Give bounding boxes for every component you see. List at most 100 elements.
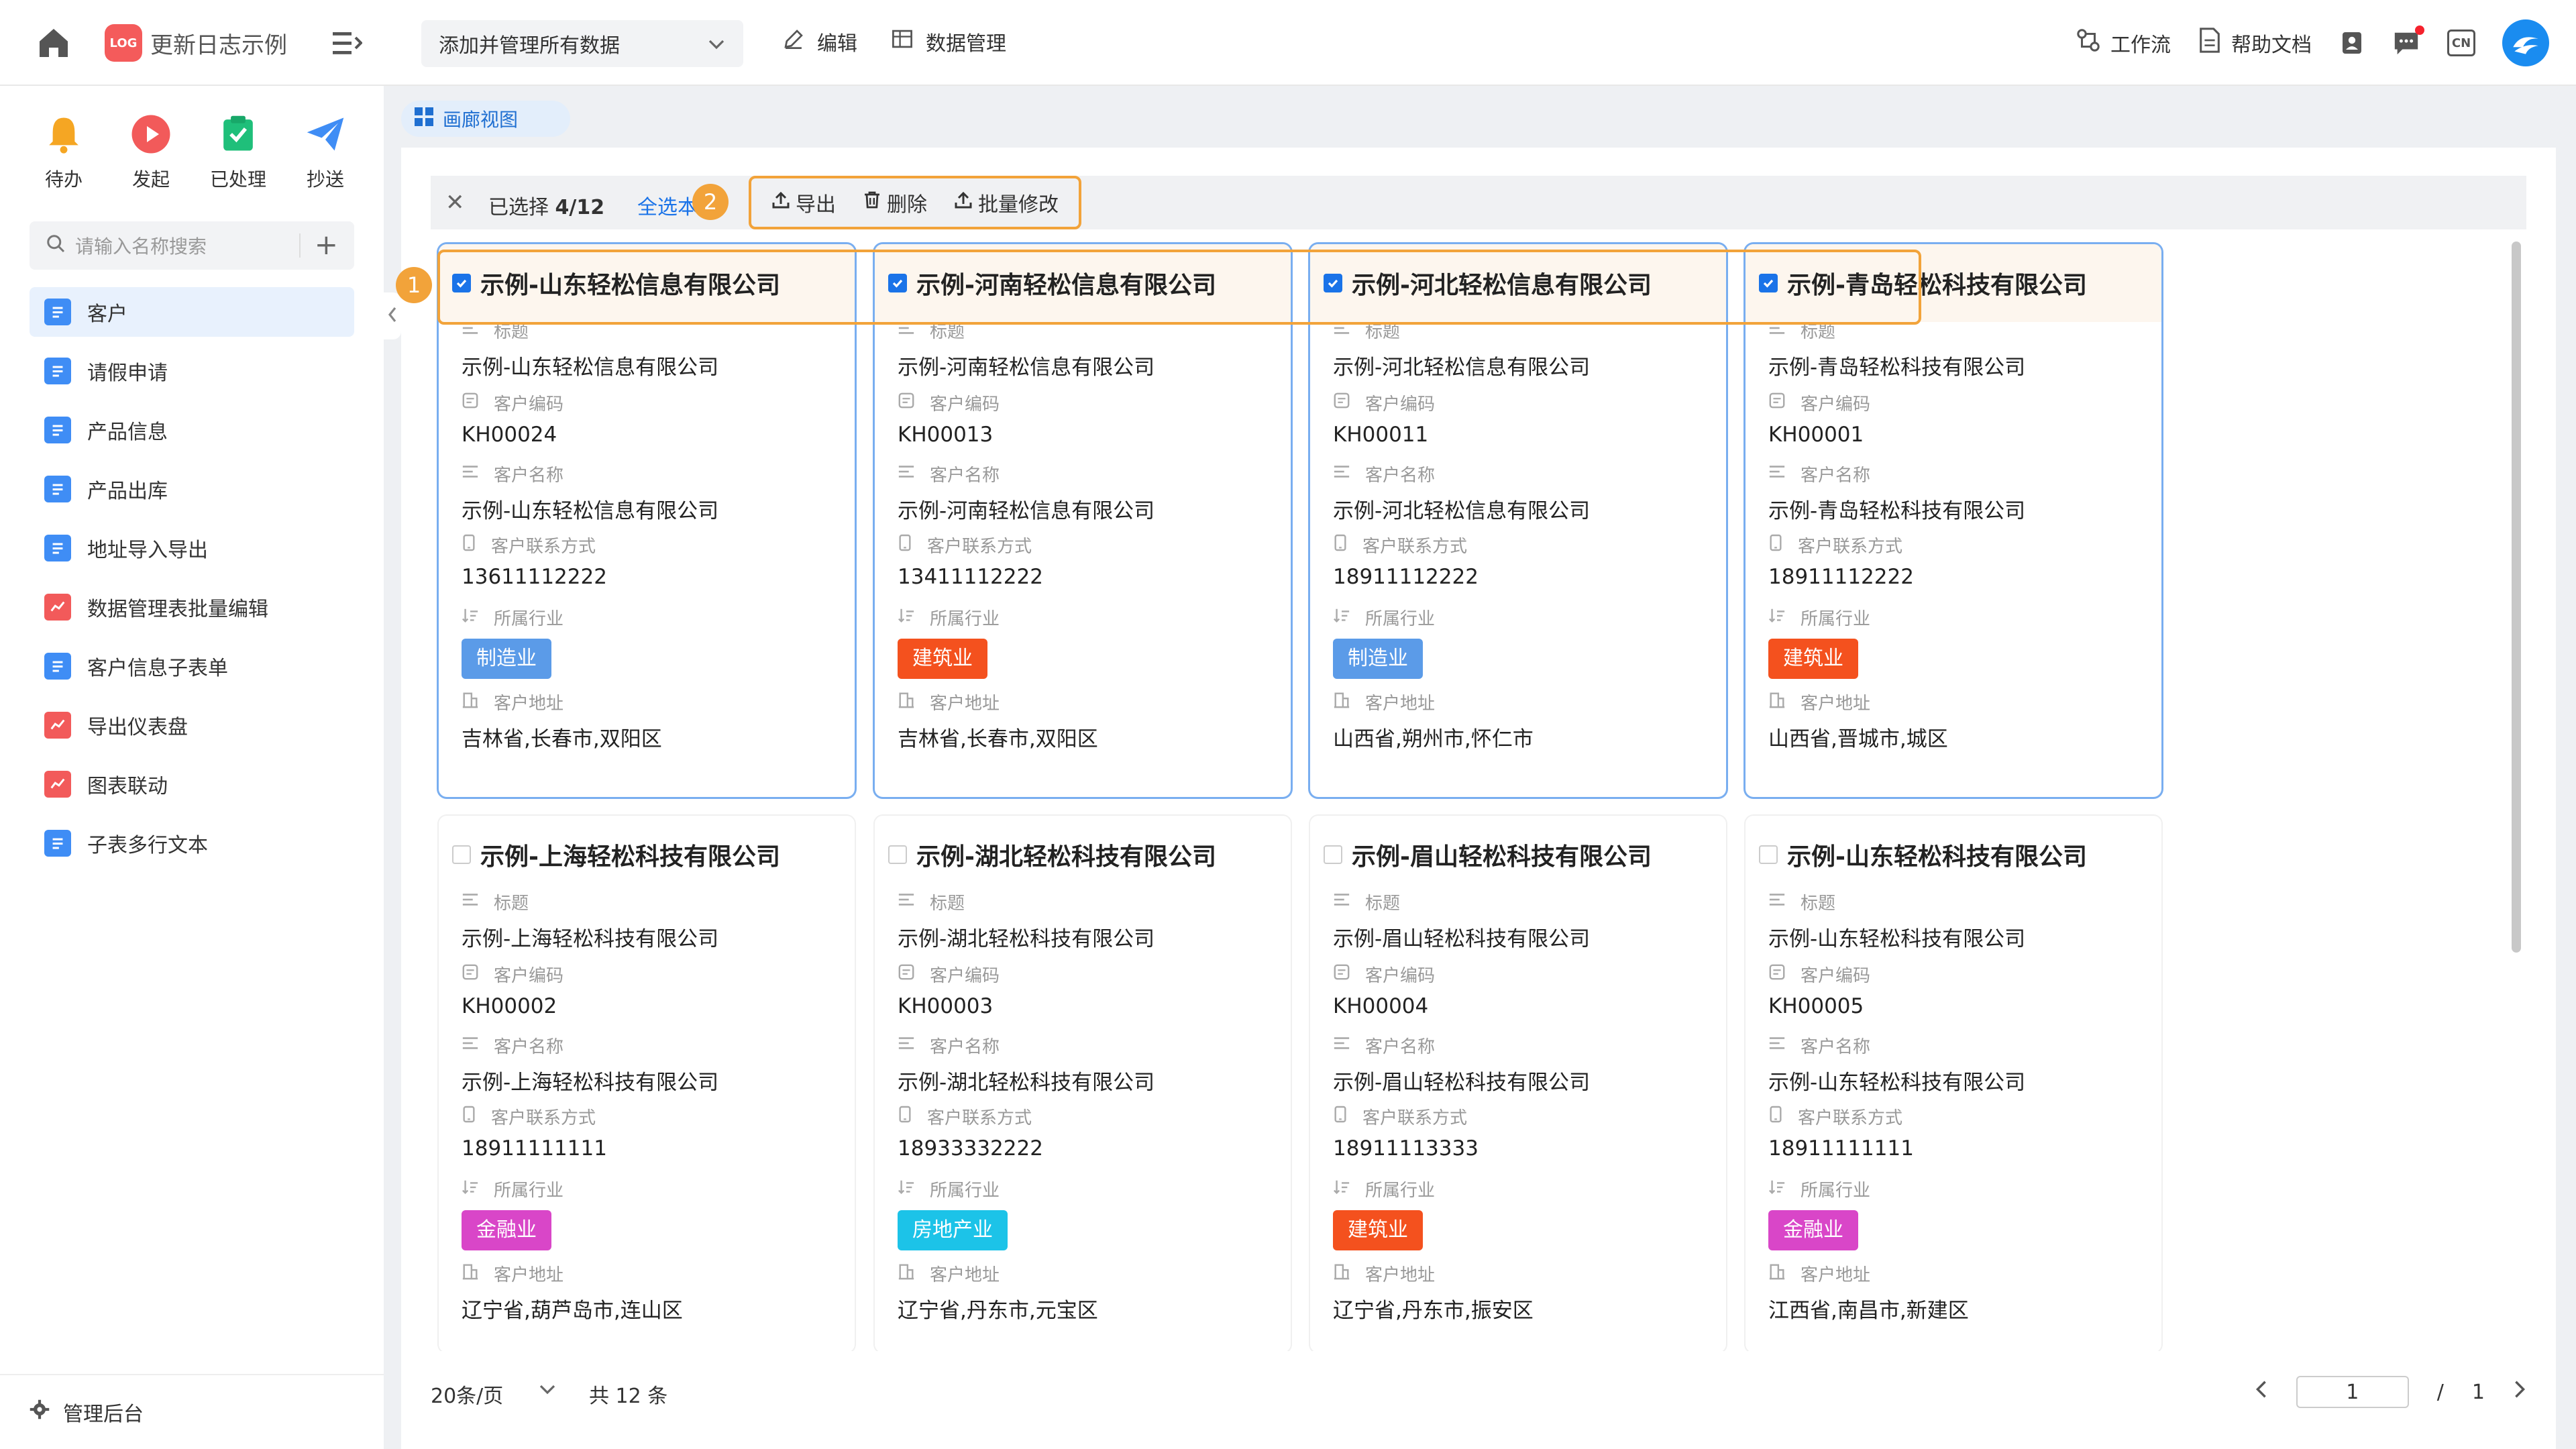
card-checkbox[interactable]: [888, 274, 907, 292]
card-field-name: 客户名称 示例-河北轻松信息有限公司: [1333, 462, 1590, 524]
field-label: 客户编码: [1333, 390, 1435, 415]
card-checkbox[interactable]: [1324, 274, 1342, 292]
field-label: 标题: [1333, 890, 1590, 914]
field-label-text: 客户名称: [1365, 465, 1436, 486]
card-field-title: 标题 示例-眉山轻松科技有限公司: [1333, 890, 1590, 952]
card-field-title: 标题 示例-河北轻松信息有限公司: [1333, 318, 1590, 380]
card-field-address: 客户地址 山西省,晋城市,城区: [1768, 690, 1948, 752]
admin-backend-link[interactable]: 管理后台: [0, 1374, 384, 1449]
field-label: 客户地址: [898, 1261, 1098, 1285]
sort-list-icon: [462, 606, 479, 629]
page-size-select[interactable]: 20条/页: [431, 1379, 503, 1409]
field-value: 示例-山东轻松信息有限公司: [462, 356, 719, 380]
card-header: 示例-青岛轻松科技有限公司: [1759, 266, 2087, 301]
total-pages: 1: [2471, 1380, 2485, 1404]
field-label: 客户名称: [462, 462, 718, 486]
field-value: 山西省,朔州市,怀仁市: [1333, 727, 1534, 751]
gallery-card[interactable]: 示例-河南轻松信息有限公司 标题 示例-河南轻松信息有限公司 客户编码 KH00013 客…: [875, 244, 1291, 797]
card-checkbox[interactable]: [452, 274, 471, 292]
industry-tag: 金融业: [462, 1210, 551, 1250]
gallery-card[interactable]: 示例-湖北轻松科技有限公司 标题 示例-湖北轻松科技有限公司 客户编码 KH00003 客…: [875, 816, 1291, 1351]
field-label-text: 客户联系方式: [927, 1108, 1032, 1128]
field-label-text: 客户名称: [1365, 1036, 1436, 1057]
card-checkbox[interactable]: [452, 845, 471, 864]
field-label-text: 客户编码: [1365, 965, 1436, 986]
card-checkbox[interactable]: [1759, 274, 1778, 292]
card-field-code: 客户编码 KH00001: [1768, 390, 1870, 447]
gallery-card[interactable]: 示例-青岛轻松科技有限公司 标题 示例-青岛轻松科技有限公司 客户编码 KH00001 客…: [1746, 244, 2161, 797]
field-label-text: 客户地址: [930, 693, 1000, 714]
admin-label: 管理后台: [63, 1403, 144, 1426]
card-checkbox[interactable]: [888, 845, 907, 864]
field-label-text: 客户编码: [494, 394, 564, 415]
card-title: 示例-山东轻松信息有限公司: [480, 272, 780, 299]
field-value: 山西省,晋城市,城区: [1768, 727, 1948, 751]
industry-tag: 制造业: [462, 639, 551, 679]
field-label-text: 标题: [494, 321, 529, 342]
card-title: 示例-上海轻松科技有限公司: [480, 843, 780, 871]
field-label-text: 客户联系方式: [1362, 536, 1468, 557]
card-field-address: 客户地址 吉林省,长春市,双阳区: [462, 690, 662, 752]
code-icon: [1333, 963, 1350, 985]
card-field-contact: 客户联系方式 18911113333: [1333, 1104, 1479, 1161]
card-field-industry: 所属行业 建筑业: [1768, 605, 1870, 679]
card-field-code: 客户编码 KH00024: [462, 390, 564, 447]
field-value: 18911112222: [1768, 565, 1914, 589]
text-lines-icon: [898, 319, 915, 341]
field-label-text: 客户地址: [494, 693, 564, 714]
field-value: KH00011: [1333, 423, 1429, 447]
card-checkbox[interactable]: [1759, 845, 1778, 864]
field-value: KH00013: [898, 423, 994, 447]
code-icon: [462, 392, 479, 414]
field-label: 所属行业: [898, 1177, 1008, 1201]
industry-tag: 建筑业: [1768, 639, 1858, 679]
card-header: 示例-眉山轻松科技有限公司: [1324, 837, 1652, 872]
field-label-text: 客户地址: [930, 1265, 1000, 1285]
text-lines-icon: [1768, 1034, 1786, 1057]
card-field-name: 客户名称 示例-山东轻松科技有限公司: [1768, 1033, 2025, 1095]
card-header: 示例-河南轻松信息有限公司: [888, 266, 1216, 301]
next-page-icon[interactable]: [2513, 1379, 2526, 1405]
vertical-scrollbar[interactable]: [2512, 241, 2521, 953]
pagination: 20条/页 共 12 条 1 / 1: [431, 1368, 2526, 1415]
field-value: KH00024: [462, 423, 557, 447]
field-value: 示例-河北轻松信息有限公司: [1333, 356, 1591, 380]
field-value: KH00005: [1768, 994, 1864, 1018]
card-field-contact: 客户联系方式 13411112222: [898, 533, 1043, 589]
field-label: 客户名称: [1768, 1033, 2025, 1057]
field-value: 18911111111: [462, 1136, 607, 1161]
field-label: 所属行业: [898, 605, 1000, 629]
sort-list-icon: [1333, 1178, 1350, 1200]
chevron-down-icon[interactable]: [538, 1375, 557, 1407]
gallery-card[interactable]: 示例-河北轻松信息有限公司 标题 示例-河北轻松信息有限公司 客户编码 KH00011 客…: [1310, 244, 1726, 797]
text-lines-icon: [1768, 891, 1786, 913]
gallery-card[interactable]: 示例-山东轻松信息有限公司 标题 示例-山东轻松信息有限公司 客户编码 KH00024 客…: [439, 244, 855, 797]
field-label: 客户名称: [898, 462, 1155, 486]
field-label-text: 标题: [930, 893, 965, 914]
field-label: 客户地址: [1333, 1261, 1534, 1285]
field-value: 18933332222: [898, 1136, 1043, 1161]
text-lines-icon: [462, 891, 479, 913]
field-value: 示例-河南轻松信息有限公司: [898, 499, 1155, 523]
gallery-card[interactable]: 示例-上海轻松科技有限公司 标题 示例-上海轻松科技有限公司 客户编码 KH00002 客…: [439, 816, 855, 1351]
text-lines-icon: [898, 891, 915, 913]
card-title: 示例-河北轻松信息有限公司: [1352, 272, 1652, 299]
field-label: 客户编码: [462, 962, 564, 986]
text-lines-icon: [1333, 463, 1350, 485]
card-header: 示例-山东轻松信息有限公司: [452, 266, 780, 301]
text-lines-icon: [1768, 463, 1786, 485]
card-checkbox[interactable]: [1324, 845, 1342, 864]
gallery-card[interactable]: 示例-山东轻松科技有限公司 标题 示例-山东轻松科技有限公司 客户编码 KH00005 客…: [1746, 816, 2161, 1351]
field-label-text: 客户编码: [494, 965, 564, 986]
prev-page-icon[interactable]: [2255, 1379, 2268, 1405]
total-count: 共 12 条: [589, 1385, 668, 1408]
card-title: 示例-河南轻松信息有限公司: [916, 272, 1216, 299]
field-label-text: 客户地址: [494, 1265, 564, 1285]
card-field-code: 客户编码 KH00002: [462, 962, 564, 1018]
gallery-card[interactable]: 示例-眉山轻松科技有限公司 标题 示例-眉山轻松科技有限公司 客户编码 KH00004 客…: [1310, 816, 1726, 1351]
card-field-industry: 所属行业 制造业: [462, 605, 564, 679]
field-label: 客户联系方式: [1333, 1104, 1479, 1128]
card-field-title: 标题 示例-湖北轻松科技有限公司: [898, 890, 1155, 952]
building-icon: [898, 1263, 915, 1285]
page-number-input[interactable]: 1: [2296, 1376, 2409, 1408]
